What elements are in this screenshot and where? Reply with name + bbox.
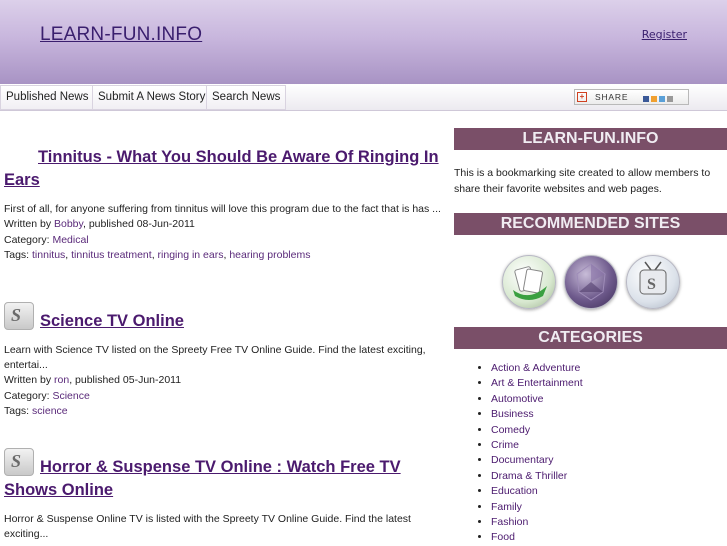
list-item: Documentary — [491, 453, 727, 468]
nav-submit-news-story[interactable]: Submit A News Story — [92, 85, 212, 110]
site-title-link[interactable]: LEARN-FUN.INFO — [40, 24, 202, 46]
list-item: Education — [491, 484, 727, 499]
purple-sphere-icon[interactable] — [564, 255, 618, 309]
tag-link[interactable]: hearing problems — [229, 249, 310, 261]
sidebar-categories-heading: CATEGORIES — [454, 327, 727, 349]
category-link[interactable]: Drama & Thriller — [491, 470, 567, 482]
category-list: Action & Adventure Art & Entertainment A… — [454, 361, 727, 546]
post-category-line: Category: Science — [4, 389, 90, 402]
post-title-link[interactable]: Science TV Online — [40, 312, 184, 330]
category-link[interactable]: Crime — [491, 439, 519, 451]
post-category-line: Category: Medical — [4, 233, 89, 246]
share-services-icon — [643, 92, 681, 102]
list-item: Action & Adventure — [491, 361, 727, 376]
svg-text:S: S — [647, 276, 656, 293]
post-item: S Science TV Online Learn with Science TV… — [4, 302, 450, 420]
author-link[interactable]: Bobby — [54, 218, 83, 230]
category-link[interactable]: Business — [491, 408, 534, 420]
list-item: Comedy — [491, 423, 727, 438]
sidebar: LEARN-FUN.INFO This is a bookmarking sit… — [454, 128, 727, 546]
category-link[interactable]: Family — [491, 501, 522, 513]
tv-s-icon[interactable]: S — [626, 255, 680, 309]
post-author-line: Written by ron, published 05-Jun-2011 — [4, 374, 182, 386]
list-item: Food — [491, 530, 727, 545]
category-link[interactable]: Education — [491, 485, 538, 497]
list-item: Automotive — [491, 392, 727, 407]
category-link[interactable]: Action & Adventure — [491, 362, 580, 374]
share-button[interactable]: + SHARE — [574, 89, 689, 105]
post-title-link[interactable]: Horror & Suspense TV Online : Watch Free… — [4, 458, 401, 499]
tag-link[interactable]: science — [32, 405, 68, 417]
nav-search-news[interactable]: Search News — [206, 85, 287, 110]
list-item: Fashion — [491, 515, 727, 530]
post-title-link[interactable]: Tinnitus - What You Should Be Aware Of R… — [4, 148, 439, 189]
sidebar-about-heading: LEARN-FUN.INFO — [454, 128, 727, 150]
post-tags-line: Tags: tinnitus, tinnitus treatment, ring… — [4, 249, 311, 261]
post-excerpt: Learn with Science TV listed on the Spre… — [4, 344, 426, 371]
recommended-sites: S — [454, 245, 727, 325]
list-item: Art & Entertainment — [491, 376, 727, 391]
category-link[interactable]: Automotive — [491, 393, 544, 405]
list-item: Business — [491, 407, 727, 422]
list-item: Crime — [491, 438, 727, 453]
category-link[interactable]: Medical — [52, 234, 88, 246]
tag-link[interactable]: tinnitus — [32, 249, 65, 261]
plus-icon: + — [577, 92, 587, 102]
category-link[interactable]: Food — [491, 531, 515, 543]
post-excerpt: Horror & Suspense Online TV is listed wi… — [4, 513, 411, 540]
tag-link[interactable]: tinnitus treatment — [71, 249, 152, 261]
list-item: Family — [491, 500, 727, 515]
nav-published-news[interactable]: Published News — [0, 85, 95, 110]
post-item: S Horror & Suspense TV Online : Watch Fre… — [4, 448, 450, 542]
share-label: SHARE — [595, 92, 629, 102]
author-link[interactable]: ron — [54, 374, 69, 386]
post-excerpt: First of all, for anyone suffering from … — [4, 203, 441, 215]
category-link[interactable]: Science — [52, 390, 89, 402]
spreety-s-icon: S — [4, 302, 34, 330]
site-header: LEARN-FUN.INFO Register — [0, 0, 727, 84]
category-link[interactable]: Fashion — [491, 516, 528, 528]
post-list: Tinnitus - What You Should Be Aware Of R… — [0, 110, 452, 545]
post-author-line: Written by Bobby, published 08-Jun-2011 — [4, 218, 195, 230]
register-link[interactable]: Register — [642, 28, 687, 41]
list-item: Drama & Thriller — [491, 469, 727, 484]
cards-game-icon[interactable] — [502, 255, 556, 309]
sidebar-recommended-heading: RECOMMENDED SITES — [454, 213, 727, 235]
spreety-s-icon: S — [4, 448, 34, 476]
category-link[interactable]: Art & Entertainment — [491, 377, 583, 389]
post-tags-line: Tags: science — [4, 405, 68, 417]
category-link[interactable]: Comedy — [491, 424, 530, 436]
sidebar-about-text: This is a bookmarking site created to al… — [454, 167, 711, 195]
category-link[interactable]: Documentary — [491, 454, 553, 466]
tag-link[interactable]: ringing in ears — [158, 249, 224, 261]
post-item: Tinnitus - What You Should Be Aware Of R… — [4, 146, 450, 264]
